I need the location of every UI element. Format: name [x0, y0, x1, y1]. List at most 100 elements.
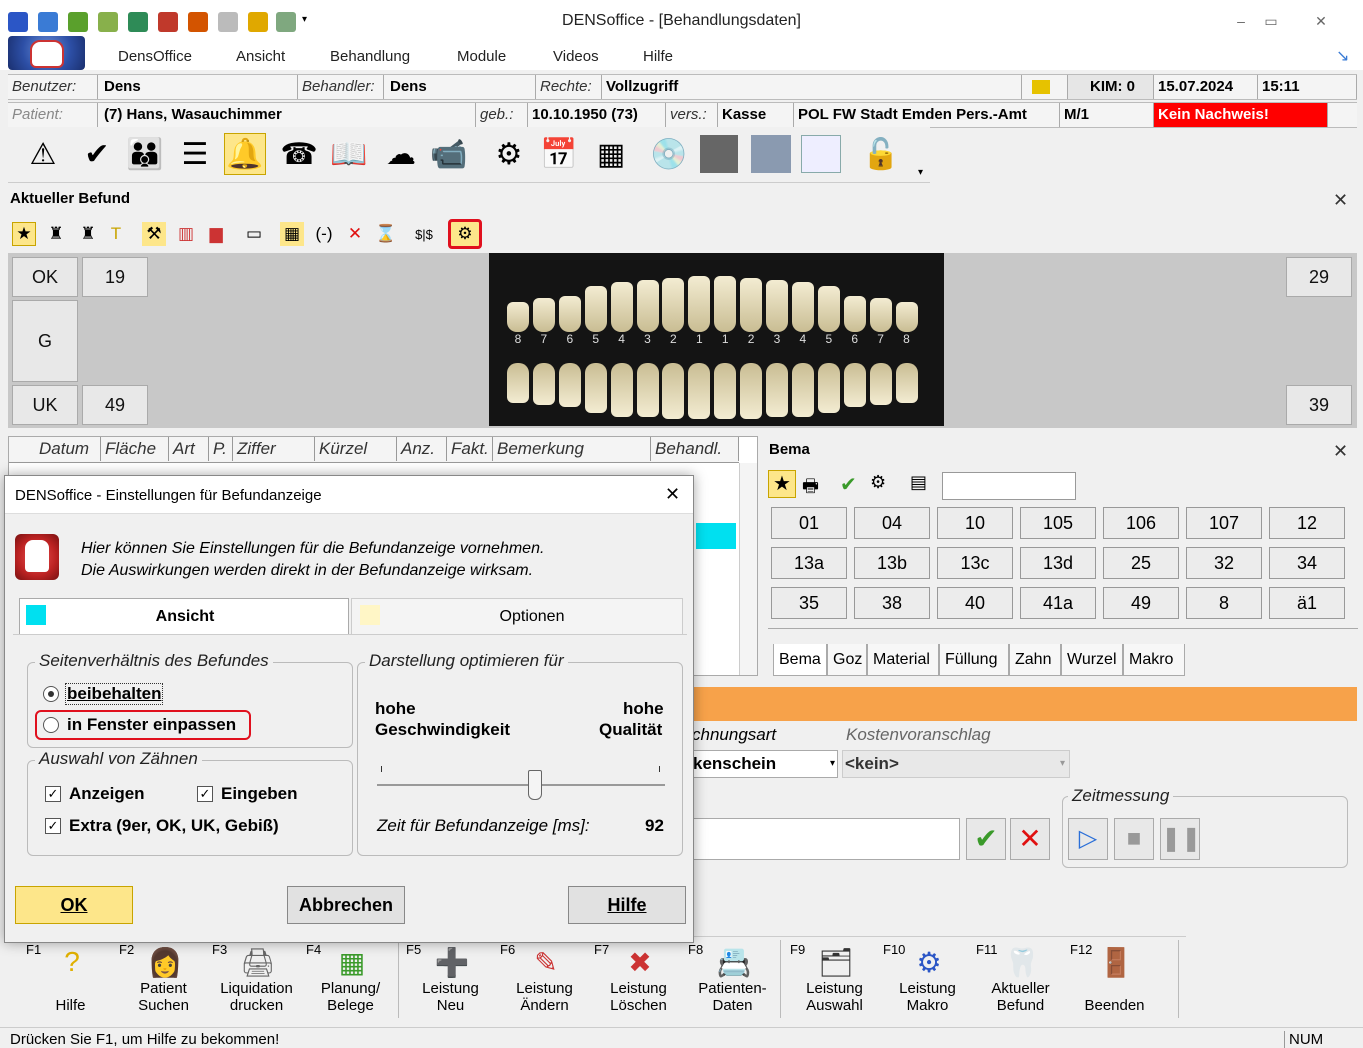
lower-tooth[interactable]: [740, 363, 763, 419]
bell-icon[interactable]: 🔔: [224, 133, 266, 175]
bema-search-input[interactable]: [942, 472, 1076, 500]
bema-code-button[interactable]: 41a: [1020, 587, 1096, 619]
col-bemerkung[interactable]: Bemerkung: [493, 437, 651, 461]
rechnungsart-select[interactable]: kenschein ▾: [692, 750, 838, 778]
lower-tooth[interactable]: [714, 363, 737, 419]
grid-icon[interactable]: ▦: [280, 222, 304, 246]
chk-extra[interactable]: ✓: [45, 818, 61, 834]
table-scrollbar[interactable]: [739, 463, 757, 675]
bema-tab[interactable]: Makro: [1123, 644, 1185, 676]
menu-densoffice[interactable]: DensOffice: [118, 48, 192, 65]
befund-close-icon[interactable]: ✕: [1333, 190, 1348, 211]
col-kuerzel[interactable]: Kürzel: [315, 437, 397, 461]
upper-tooth[interactable]: [662, 278, 685, 332]
kostenvoranschlag-chevron-icon[interactable]: ▾: [1060, 751, 1065, 777]
upper-tooth[interactable]: [714, 276, 737, 332]
lower-tooth[interactable]: [895, 363, 918, 403]
bema-code-button[interactable]: 13b: [854, 547, 930, 579]
brackets-icon[interactable]: (-): [312, 222, 336, 246]
bema-stack-icon[interactable]: ▤: [910, 472, 927, 493]
lower-tooth[interactable]: [688, 363, 711, 419]
bema-code-button[interactable]: 25: [1103, 547, 1179, 579]
bema-code-button[interactable]: 01: [771, 507, 847, 539]
col-anz[interactable]: Anz.: [397, 437, 447, 461]
fkey-f8-button[interactable]: F8 📇 Patienten- Daten: [686, 938, 779, 1018]
bema-goz-icon[interactable]: [750, 133, 792, 175]
fkey-f3-button[interactable]: F3 🖨 Liquidation drucken: [210, 938, 303, 1018]
bema-code-button[interactable]: 8: [1186, 587, 1262, 619]
upper-tooth[interactable]: [610, 282, 633, 332]
t-icon[interactable]: T: [104, 222, 128, 246]
upper-tooth[interactable]: [895, 302, 918, 332]
lower-tooth[interactable]: [532, 363, 555, 405]
gears-icon[interactable]: ⚙: [488, 133, 530, 175]
bema-code-button[interactable]: 34: [1269, 547, 1345, 579]
col-datum[interactable]: Datum: [35, 437, 101, 461]
bema-code-button[interactable]: 32: [1186, 547, 1262, 579]
confirm-check-button[interactable]: ✔: [966, 818, 1006, 860]
patient-name[interactable]: (7) Hans, Wasauchimmer: [100, 103, 476, 127]
radio-beibehalten-label[interactable]: beibehalten: [65, 683, 164, 705]
lower-tooth[interactable]: [817, 363, 840, 413]
kim-mail-icon[interactable]: [1028, 75, 1068, 99]
people-icon[interactable]: 👪: [124, 133, 166, 175]
upper-tooth[interactable]: [688, 276, 711, 332]
upper-tooth[interactable]: [869, 298, 892, 332]
lower-tooth[interactable]: [843, 363, 866, 407]
col-art[interactable]: Art: [169, 437, 209, 461]
bema-code-button[interactable]: 105: [1020, 507, 1096, 539]
quality-slider[interactable]: [377, 766, 665, 800]
tab-optionen[interactable]: Optionen: [351, 598, 683, 634]
help-arrow-icon[interactable]: ↘: [1336, 46, 1349, 66]
spreadsheet-icon[interactable]: ▦: [590, 133, 632, 175]
upper-tooth[interactable]: [791, 282, 814, 332]
calendar-icon[interactable]: 📅: [538, 133, 580, 175]
frame-icon[interactable]: ▭: [242, 222, 266, 246]
lock-icon[interactable]: 🔓: [860, 133, 902, 175]
g-button[interactable]: G: [12, 300, 78, 382]
settings-gears-icon[interactable]: ⚙: [448, 219, 482, 249]
cancel-x-button[interactable]: ✕: [1010, 818, 1050, 860]
col-fakt[interactable]: Fakt.: [447, 437, 493, 461]
hourglass-icon[interactable]: ⌛: [374, 222, 398, 246]
lower-tooth[interactable]: [766, 363, 788, 417]
fkey-f10-button[interactable]: F10 ⚙ Leistung Makro: [881, 938, 974, 1018]
toolbar-overflow-icon[interactable]: ▾: [918, 167, 923, 178]
bema-code-button[interactable]: 40: [937, 587, 1013, 619]
check-icon[interactable]: ✔: [76, 133, 118, 175]
bema-code-button[interactable]: ä1: [1269, 587, 1345, 619]
uk-jaw-button[interactable]: UK: [12, 385, 78, 425]
phone-icon[interactable]: ☎: [278, 133, 320, 175]
bema-tab[interactable]: Zahn: [1009, 644, 1061, 676]
dollar-icon[interactable]: $|$: [412, 222, 436, 246]
col-behandl[interactable]: Behandl.: [651, 437, 739, 461]
list-arrows-icon[interactable]: ☰: [174, 133, 216, 175]
bema-gears-icon[interactable]: ⚙: [870, 472, 886, 493]
bema-code-button[interactable]: 13d: [1020, 547, 1096, 579]
book-icon[interactable]: 📖: [328, 133, 370, 175]
bema-code-button[interactable]: 107: [1186, 507, 1262, 539]
bema-code-button[interactable]: 38: [854, 587, 930, 619]
bema-check-icon[interactable]: ✔: [840, 472, 857, 497]
menu-module[interactable]: Module: [457, 48, 506, 65]
ssrsta-icon[interactable]: [698, 133, 740, 175]
dzr-icon[interactable]: [800, 133, 842, 175]
bema-code-button[interactable]: 106: [1103, 507, 1179, 539]
lower-tooth[interactable]: [507, 363, 529, 403]
upper-tooth[interactable]: [766, 280, 788, 332]
table-highlight-cell[interactable]: [696, 523, 736, 549]
bema-tab[interactable]: Material: [867, 644, 939, 676]
menu-videos[interactable]: Videos: [553, 48, 599, 65]
timer-stop-button[interactable]: ■: [1114, 818, 1154, 860]
lower-tooth[interactable]: [584, 363, 607, 413]
bema-code-button[interactable]: 13c: [937, 547, 1013, 579]
hilfe-button[interactable]: Hilfe: [568, 886, 686, 924]
app-logo-icon[interactable]: [8, 36, 85, 70]
chk-eingeben-label[interactable]: Eingeben: [221, 784, 298, 804]
col-p[interactable]: P.: [209, 437, 233, 461]
menu-behandlung[interactable]: Behandlung: [330, 48, 410, 65]
bema-tab[interactable]: Wurzel: [1061, 644, 1123, 676]
disc-icon[interactable]: 💿: [648, 133, 690, 175]
menu-hilfe[interactable]: Hilfe: [643, 48, 673, 65]
tab-ansicht[interactable]: Ansicht: [19, 598, 349, 634]
